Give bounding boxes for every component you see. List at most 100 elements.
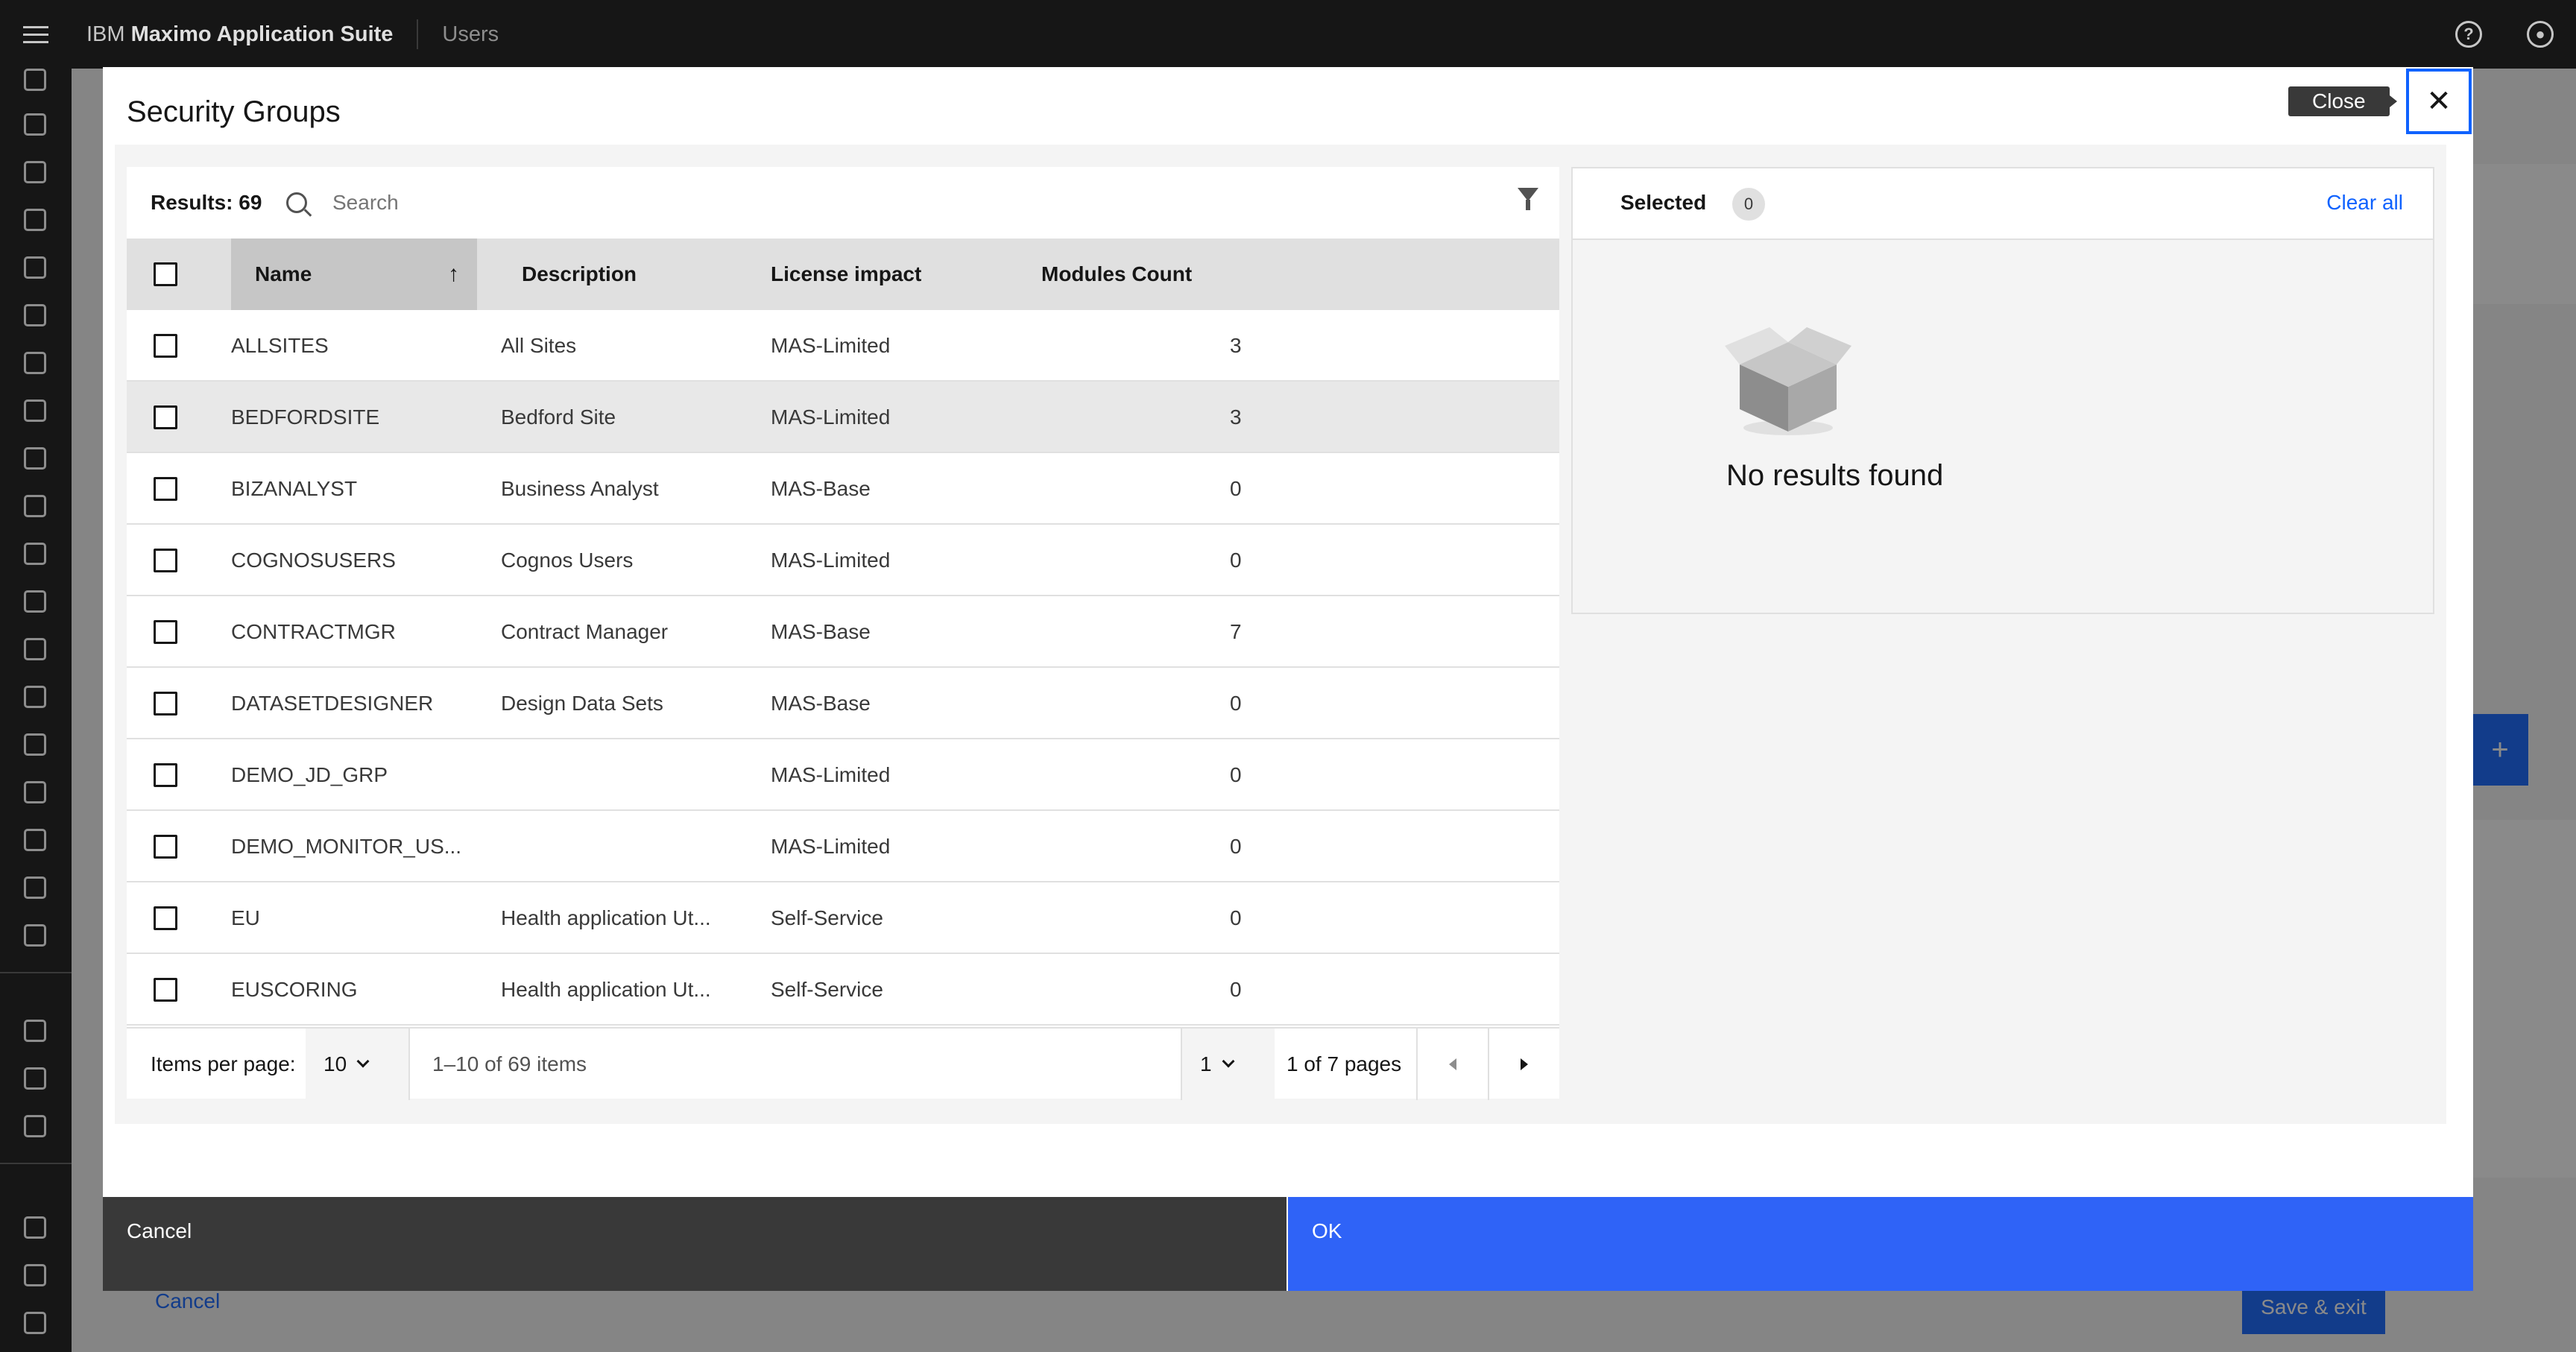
table-row[interactable]: EU Health application Ut... Self-Service… bbox=[127, 882, 1559, 954]
cell-description: Business Analyst bbox=[501, 477, 659, 500]
global-header: IBM Maximo Application Suite Users ? ● bbox=[0, 0, 2576, 69]
table-row[interactable]: COGNOSUSERS Cognos Users MAS-Limited 0 bbox=[127, 525, 1559, 596]
help-icon[interactable]: ? bbox=[2433, 0, 2504, 69]
cell-name: DEMO_MONITOR_US... bbox=[231, 835, 462, 858]
table-row[interactable]: EUSCORING Health application Ut... Self-… bbox=[127, 954, 1559, 1026]
page-select[interactable]: 1 bbox=[1182, 1029, 1275, 1100]
table-row[interactable]: DATASETDESIGNER Design Data Sets MAS-Bas… bbox=[127, 668, 1559, 739]
cell-license: MAS-Limited bbox=[771, 405, 891, 429]
selected-count-badge: 0 bbox=[1732, 188, 1765, 221]
close-tooltip: Close bbox=[2288, 86, 2397, 116]
row-checkbox[interactable] bbox=[154, 620, 177, 644]
nav-sliders-icon[interactable] bbox=[24, 829, 46, 851]
nav-hierarchy-icon[interactable] bbox=[24, 1115, 46, 1137]
row-checkbox[interactable] bbox=[154, 978, 177, 1002]
nav-briefcase-icon[interactable] bbox=[24, 352, 46, 374]
user-avatar-icon[interactable]: ● bbox=[2504, 0, 2576, 69]
cancel-button[interactable]: Cancel bbox=[103, 1197, 1287, 1291]
brand-name: Maximo Application Suite bbox=[130, 22, 394, 46]
row-checkbox[interactable] bbox=[154, 906, 177, 930]
next-page-button[interactable] bbox=[1489, 1029, 1559, 1100]
table-row[interactable]: BIZANALYST Business Analyst MAS-Base 0 bbox=[127, 453, 1559, 525]
row-checkbox[interactable] bbox=[154, 763, 177, 787]
previous-page-button[interactable] bbox=[1418, 1029, 1488, 1100]
clear-all-link[interactable]: Clear all bbox=[2326, 191, 2403, 215]
chevron-down-icon bbox=[356, 1055, 370, 1068]
selected-panel-header: Selected 0 Clear all bbox=[1573, 168, 2433, 240]
nav-list-icon[interactable] bbox=[24, 1020, 46, 1042]
menu-icon[interactable] bbox=[0, 0, 72, 69]
nav-monitor-icon[interactable] bbox=[24, 256, 46, 279]
chevron-down-icon bbox=[1222, 1055, 1235, 1068]
cell-license: MAS-Limited bbox=[771, 763, 891, 786]
nav-checklist-icon[interactable] bbox=[24, 876, 46, 899]
table-toolbar: Results: 69 bbox=[127, 167, 1559, 239]
cell-name: CONTRACTMGR bbox=[231, 620, 396, 643]
nav-report-icon[interactable] bbox=[24, 543, 46, 565]
nav-shield-icon[interactable] bbox=[24, 495, 46, 517]
search-input[interactable] bbox=[332, 191, 1376, 215]
row-checkbox[interactable] bbox=[154, 835, 177, 859]
nav-cart-icon[interactable] bbox=[24, 686, 46, 708]
cell-license: MAS-Base bbox=[771, 620, 871, 643]
cell-license: Self-Service bbox=[771, 906, 883, 929]
empty-box-icon bbox=[1725, 327, 1852, 435]
row-checkbox[interactable] bbox=[154, 692, 177, 716]
nav-app-icon[interactable] bbox=[24, 1216, 46, 1239]
nav-globe-icon[interactable] bbox=[24, 304, 46, 326]
close-icon[interactable]: ✕ bbox=[2406, 69, 2472, 134]
nav-settings-icon[interactable] bbox=[24, 1312, 46, 1334]
cell-description bbox=[501, 811, 754, 882]
table-row[interactable]: CONTRACTMGR Contract Manager MAS-Base 7 bbox=[127, 596, 1559, 668]
row-checkbox[interactable] bbox=[154, 477, 177, 501]
nav-chart-icon[interactable] bbox=[24, 209, 46, 231]
cell-name: ALLSITES bbox=[231, 334, 329, 357]
row-checkbox[interactable] bbox=[154, 549, 177, 572]
nav-badge-icon[interactable] bbox=[24, 1264, 46, 1286]
nav-task-icon[interactable] bbox=[24, 924, 46, 947]
nav-truck-icon[interactable] bbox=[24, 733, 46, 756]
ok-button[interactable]: OK bbox=[1288, 1197, 2473, 1291]
row-checkbox[interactable] bbox=[154, 334, 177, 358]
table-row[interactable]: BEDFORDSITE Bedford Site MAS-Limited 3 bbox=[127, 382, 1559, 453]
nav-lock-icon[interactable] bbox=[24, 638, 46, 660]
sort-ascending-icon[interactable]: ↑ bbox=[448, 262, 459, 287]
nav-people-icon[interactable] bbox=[24, 781, 46, 803]
nav-gauge-icon[interactable] bbox=[24, 1067, 46, 1090]
rail-divider bbox=[0, 1163, 72, 1164]
cell-description: Contract Manager bbox=[501, 620, 669, 643]
breadcrumb[interactable]: Users bbox=[442, 22, 499, 47]
no-results-text: No results found bbox=[1726, 459, 1944, 492]
table-row[interactable]: DEMO_MONITOR_US... MAS-Limited 0 bbox=[127, 811, 1559, 882]
column-header-modules-count[interactable]: Modules Count bbox=[1041, 239, 1192, 310]
table-row[interactable]: DEMO_JD_GRP MAS-Limited 0 bbox=[127, 739, 1559, 811]
brand-prefix: IBM bbox=[86, 22, 125, 46]
nav-document-icon[interactable] bbox=[24, 161, 46, 183]
nav-calendar-icon[interactable] bbox=[24, 447, 46, 470]
row-checkbox[interactable] bbox=[154, 405, 177, 429]
filter-icon[interactable] bbox=[1518, 188, 1538, 210]
cell-license: MAS-Base bbox=[771, 477, 871, 500]
cell-description: Bedford Site bbox=[501, 405, 616, 429]
table-row[interactable]: ALLSITES All Sites MAS-Limited 3 bbox=[127, 310, 1559, 382]
cell-description: Health application Ut... bbox=[501, 978, 711, 1001]
cell-name: DATASETDESIGNER bbox=[231, 692, 434, 715]
nav-dashboard-icon[interactable] bbox=[24, 69, 46, 91]
cell-modules: 3 bbox=[1230, 334, 1242, 357]
select-all-checkbox[interactable] bbox=[154, 262, 177, 286]
search-icon bbox=[286, 192, 307, 213]
brand-title[interactable]: IBM Maximo Application Suite bbox=[72, 22, 393, 47]
column-header-description[interactable]: Description bbox=[522, 239, 637, 310]
modal-title: Security Groups bbox=[127, 95, 341, 128]
caret-right-icon bbox=[1521, 1058, 1528, 1070]
nav-network-icon[interactable] bbox=[24, 399, 46, 422]
nav-search-doc-icon[interactable] bbox=[24, 113, 46, 136]
items-per-page-value: 10 bbox=[323, 1052, 347, 1075]
column-header-name[interactable]: Name ↑ bbox=[231, 239, 477, 310]
items-per-page-select[interactable]: 10 bbox=[306, 1029, 408, 1100]
cell-name: BEDFORDSITE bbox=[231, 405, 380, 429]
table-header: Name ↑ Description License impact Module… bbox=[127, 239, 1559, 310]
column-header-license-impact[interactable]: License impact bbox=[771, 239, 921, 310]
nav-clipboard-icon[interactable] bbox=[24, 590, 46, 613]
cell-modules: 0 bbox=[1230, 906, 1242, 929]
